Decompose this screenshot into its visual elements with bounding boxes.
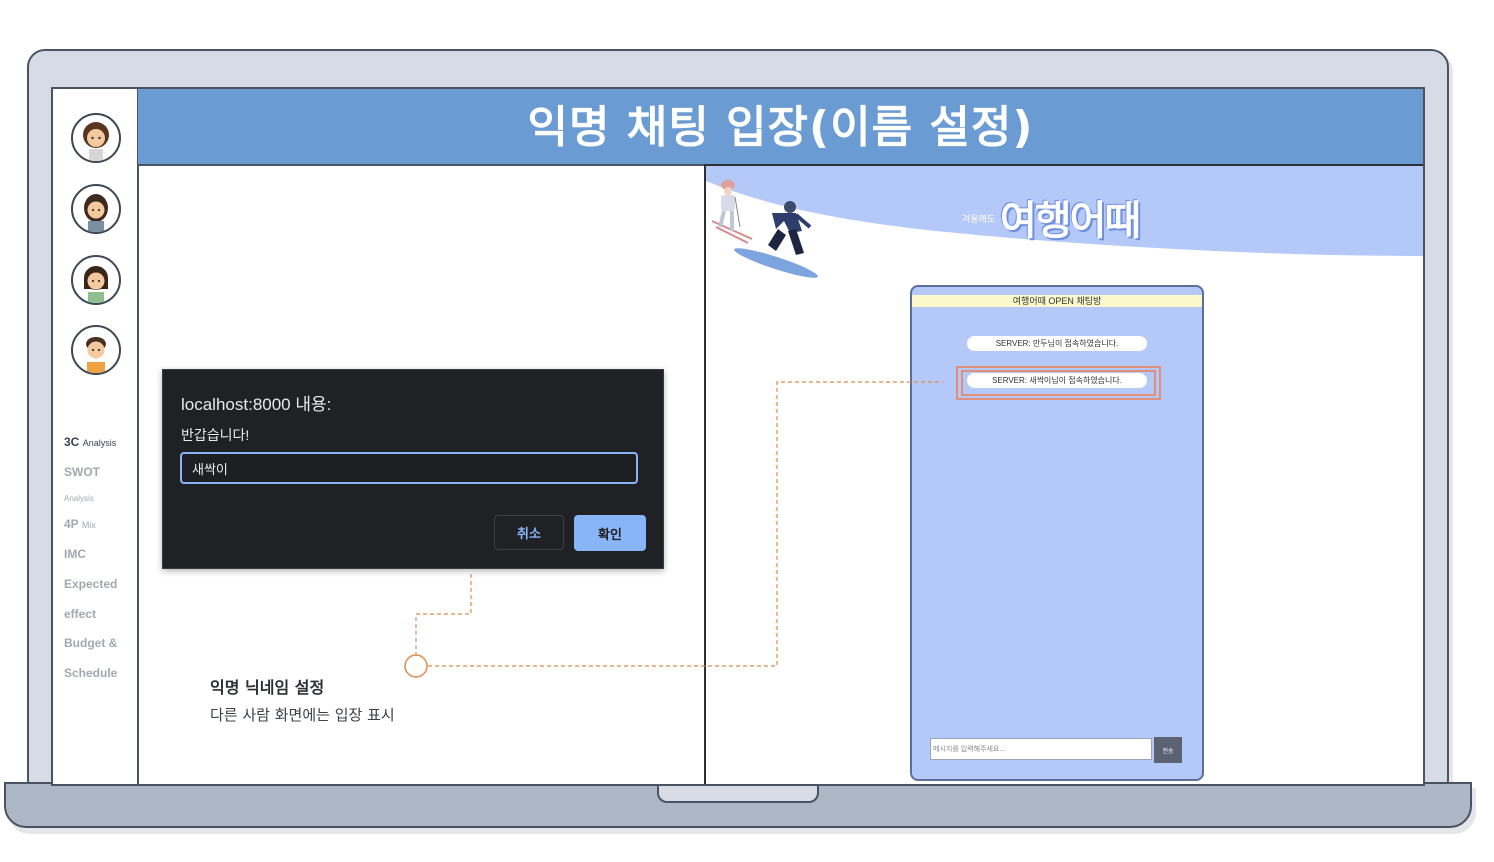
confirm-button[interactable]: 확인 <box>574 515 646 551</box>
dialog-title: localhost:8000 내용: <box>181 395 332 414</box>
prompt-dialog: localhost:8000 내용: 반갑습니다! 취소 확인 <box>162 369 664 569</box>
dialog-message: 반갑습니다! <box>181 427 250 443</box>
cancel-button[interactable]: 취소 <box>494 515 564 550</box>
annotation-description: 다른 사람 화면에는 입장 표시 <box>210 706 395 724</box>
laptop-notch <box>657 784 819 803</box>
nickname-input[interactable] <box>180 452 638 484</box>
annotation-title: 익명 닉네임 설정 <box>210 678 325 697</box>
laptop-screen: 3C Analysis SWOT Analysis 4P Mix IMC Exp… <box>51 87 1425 786</box>
